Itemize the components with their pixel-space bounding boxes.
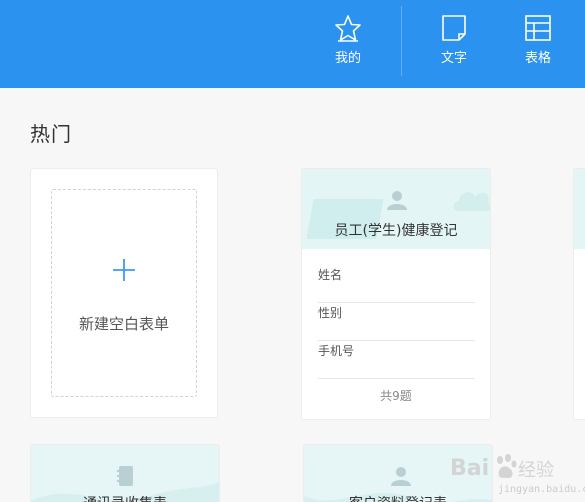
template-card-health[interactable]: 员工(学生)健康登记 姓名 性别 手机号 共9题 [301,168,491,420]
nav-item-table[interactable]: 表格 [508,14,568,66]
address-book-icon [117,466,133,486]
nav-item-label: 表格 [524,51,551,66]
star-icon [335,15,361,42]
watermark-suffix: 经验 [518,460,554,481]
field-phone: 手机号 [318,341,475,379]
template-title: 通讯录收集表 [31,493,219,502]
nav-item-text[interactable]: 文字 [424,14,484,66]
user-icon [391,467,411,486]
new-form-label: 新建空白表单 [78,315,169,333]
template-card-partial[interactable] [573,168,585,420]
nav-item-mine[interactable]: 我的 [318,14,378,66]
section-title-hot: 热门 [30,122,72,146]
field-name: 姓名 [318,265,475,303]
question-count: 共9题 [380,389,412,403]
cloud-icon [453,192,490,211]
plus-icon [113,259,135,281]
nav-divider [401,6,402,76]
field-gender: 性别 [318,303,475,341]
template-card-header [574,169,585,249]
watermark-brand: Bai [450,456,490,481]
new-blank-form-card[interactable]: 新建空白表单 [30,168,218,418]
nav-item-label: 文字 [440,51,467,66]
nav-item-label: 我的 [334,51,361,66]
dashed-border [51,189,197,397]
paw-icon [497,454,517,479]
watermark-url: jingyan.baidu.com [498,484,585,495]
table-icon [525,15,551,41]
template-card-header: 员工(学生)健康登记 [302,169,490,249]
top-nav-bar: 我的 文字 表格 [0,0,585,88]
document-icon [442,15,466,41]
user-icon [387,191,407,210]
baidu-watermark: Bai 经验 jingyan.baidu.com [450,446,585,500]
template-title: 员工(学生)健康登记 [334,223,458,239]
template-card-contacts[interactable]: 通讯录收集表 [30,444,220,502]
